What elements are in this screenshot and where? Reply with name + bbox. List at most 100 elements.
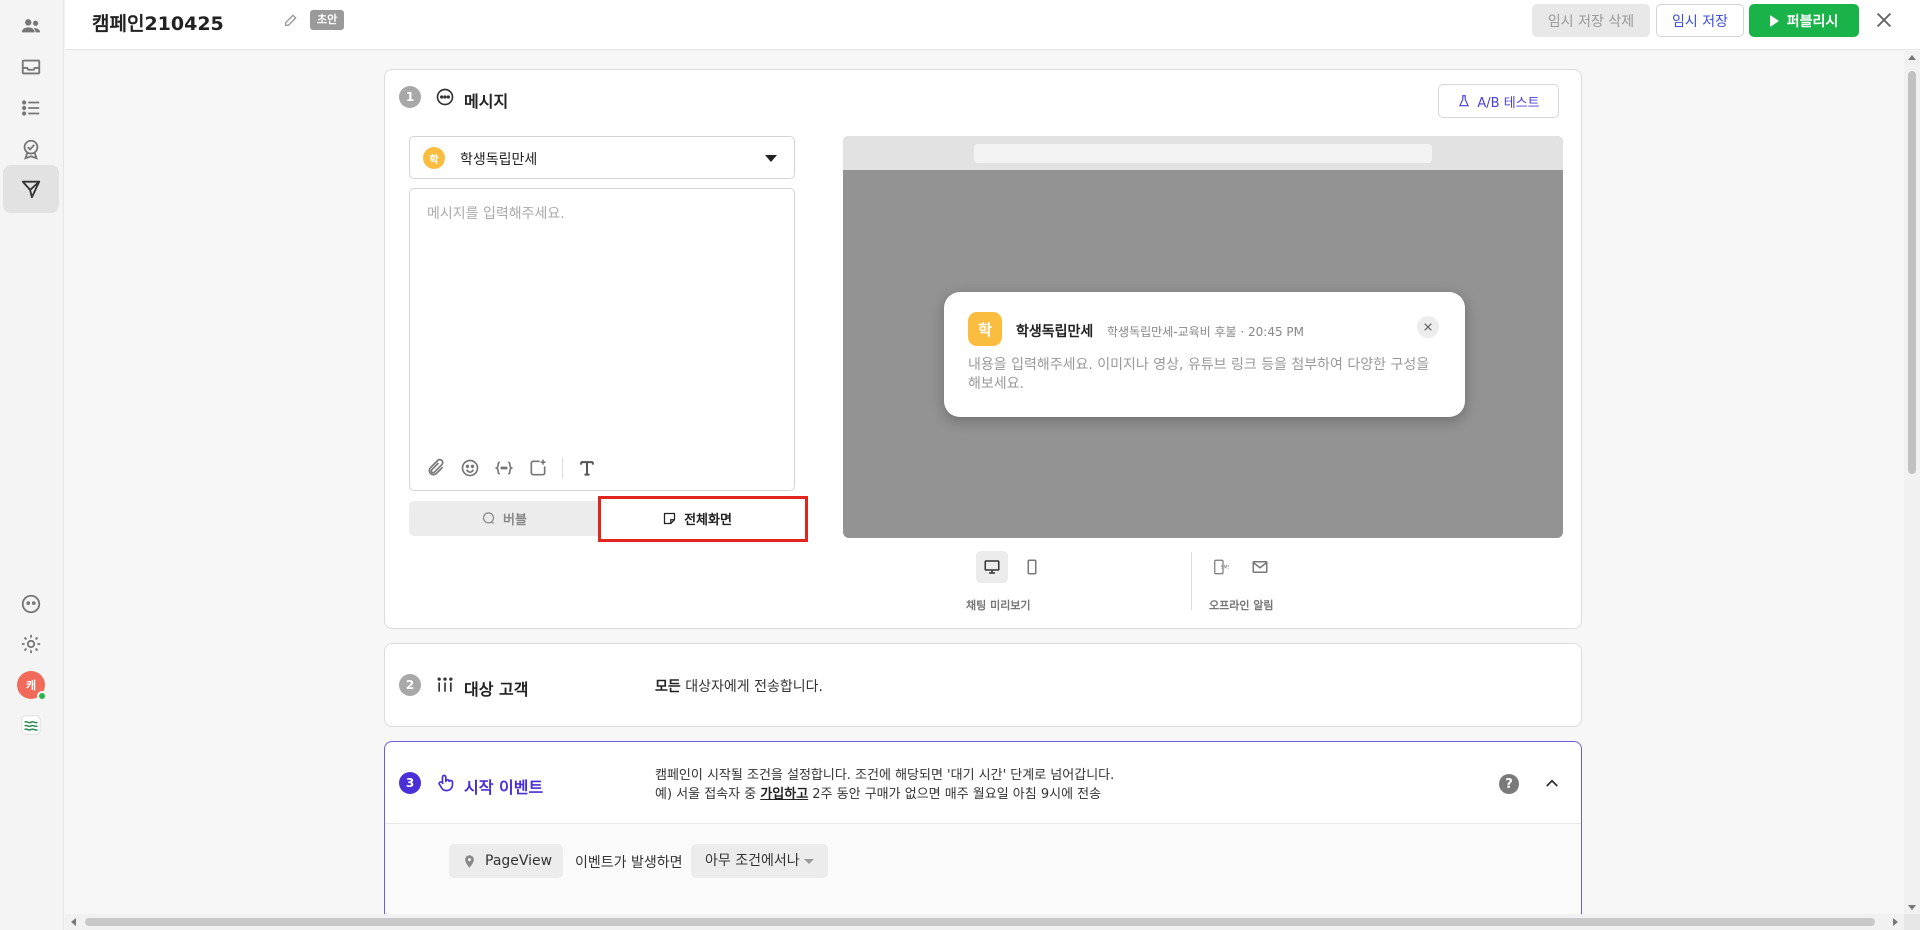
email-preview-button[interactable] [1244,551,1276,583]
note-icon [663,512,676,525]
desc-line2-link: 가입하고 [760,787,809,802]
message-input[interactable]: 메시지를 입력해주세요. [409,188,795,491]
message-preview: 학 학생독립만세 학생독립만세-교육비 후불 · 20:45 PM 내용을 입력… [843,136,1563,538]
brand-logo-icon[interactable] [3,701,59,749]
caret-down-icon [804,859,814,864]
scroll-right-arrow-icon[interactable] [1893,918,1898,926]
target-desc-text: 대상자에게 전송합니다. [680,679,823,695]
start-event-desc-line1: 캠페인이 시작될 조건을 설정합니다. 조건에 해당되면 '대기 시간' 단계로… [655,768,1115,783]
event-chip-label: PageView [485,853,553,869]
toolbar-divider [562,458,563,478]
target-section[interactable]: 2 대상 고객 모든 대상자에게 전송합니다. [384,643,1582,727]
chat-bubble-icon [436,88,454,106]
status-badge: 초안 [310,10,345,30]
desktop-preview-button[interactable] [976,551,1008,583]
avatar: 캐 [17,671,47,701]
step-number: 3 [399,772,421,794]
message-placeholder: 메시지를 입력해주세요. [427,206,565,222]
scroll-left-arrow-icon[interactable] [71,918,76,926]
preview-meta: 학생독립만세-교육비 후불 · 20:45 PM [1107,325,1305,339]
help-icon[interactable]: ? [1499,774,1519,794]
bubble-mode-label: 버블 [503,513,527,528]
desc-line2-post: 2주 동안 구매가 없으면 매주 월요일 아침 9시에 전송 [808,787,1102,802]
target-desc-bold: 모든 [655,679,681,695]
ab-test-label: A/B 테스트 [1477,95,1540,111]
message-section: 1 메시지 A/B 테스트 학 학생독립만세 메시지를 입력해주세요. 버블 전… [384,69,1582,629]
condition-select-value: 아무 조건에서나 [705,853,800,869]
edit-title-icon[interactable] [283,12,299,28]
vertical-scroll-thumb[interactable] [1908,71,1916,474]
chevron-up-icon[interactable] [1543,774,1561,792]
sms-preview-button[interactable]: SMS [1204,551,1236,583]
mobile-preview-button[interactable] [1016,551,1048,583]
scroll-up-arrow-icon[interactable] [1908,55,1916,60]
sender-avatar: 학 [423,147,445,169]
start-event-section: 3 시작 이벤트 캠페인이 시작될 조건을 설정합니다. 조건에 해당되면 '대… [384,741,1582,914]
section-title: 대상 고객 [464,680,529,699]
event-chip[interactable]: PageView [449,844,563,878]
campaign-editor: 1 메시지 A/B 테스트 학 학생독립만세 메시지를 입력해주세요. 버블 전… [65,51,1904,914]
event-text: 이벤트가 발생하면 [575,855,683,871]
publish-button[interactable]: 퍼블리시 [1749,4,1859,37]
scrollbar-corner [1904,914,1920,930]
preview-notification: 학 학생독립만세 학생독립만세-교육비 후불 · 20:45 PM 내용을 입력… [944,292,1465,417]
horizontal-scrollbar[interactable] [65,914,1904,930]
emoji-icon[interactable] [460,458,480,478]
fullscreen-mode-button[interactable]: 전체화면 [599,501,795,536]
caret-down-icon [765,155,777,162]
section-title: 시작 이벤트 [464,778,544,797]
top-bar: 캠페인210425 초안 임시 저장 삭제 임시 저장 퍼블리시 [65,0,1920,50]
mail-icon [1252,561,1268,573]
left-nav-rail: 캐 [0,0,64,930]
device-divider [1191,552,1192,610]
people-group-icon [437,677,453,692]
location-pin-icon [465,854,474,868]
preview-close-button[interactable] [1417,316,1439,338]
flask-icon [1459,95,1470,107]
mobile-icon [1027,559,1037,575]
sms-icon: SMS [1214,559,1229,575]
chat-preview-devices [976,550,1048,584]
sender-select[interactable]: 학 학생독립만세 [409,136,795,179]
text-format-icon[interactable] [577,458,597,478]
svg-text:SMS: SMS [1221,565,1229,571]
preview-body: 내용을 입력해주세요. 이미지나 영상, 유튜브 링크 등을 첨부하여 다양한 … [968,357,1430,392]
condition-select[interactable]: 아무 조건에서나 [691,844,828,878]
preview-sender-name: 학생독립만세 [1016,324,1094,340]
sender-name: 학생독립만세 [460,152,538,168]
fullscreen-mode-label: 전체화면 [684,513,732,528]
offline-alert-label: 오프라인 알림 [1209,599,1274,612]
online-status-dot [37,691,47,701]
close-icon[interactable] [1873,9,1895,31]
step-number: 2 [399,674,421,696]
step-number: 1 [399,86,421,108]
message-toolbar [426,458,597,478]
horizontal-scroll-thumb[interactable] [85,918,1875,926]
start-event-description: 캠페인이 시작될 조건을 설정합니다. 조건에 해당되면 '대기 시간' 단계로… [655,766,1114,804]
image-add-icon[interactable] [528,458,548,478]
preview-browser-bar [843,136,1563,170]
publish-label: 퍼블리시 [1786,13,1839,30]
send-icon[interactable] [3,165,59,213]
target-description: 모든 대상자에게 전송합니다. [655,676,823,696]
desktop-icon [984,560,1000,574]
preview-url-bar [974,144,1432,163]
campaign-title: 캠페인210425 [92,13,224,35]
chat-preview-label: 채팅 미리보기 [966,599,1031,612]
bubble-icon [482,512,495,524]
variable-icon[interactable] [494,458,514,478]
start-event-body: PageView 이벤트가 발생하면 아무 조건에서나 [385,824,1581,914]
ab-test-button[interactable]: A/B 테스트 [1438,84,1559,118]
attach-icon[interactable] [426,458,446,478]
scroll-down-arrow-icon[interactable] [1908,905,1916,910]
bubble-mode-button[interactable]: 버블 [409,501,599,536]
preview-avatar: 학 [968,312,1002,346]
close-icon [1424,323,1432,331]
display-mode-toggle: 버블 전체화면 [409,501,795,536]
offline-alert-devices: SMS [1204,550,1276,584]
desc-line2-pre: 예) 서울 접속자 중 [655,787,761,802]
delete-draft-button[interactable]: 임시 저장 삭제 [1532,4,1650,37]
save-draft-button[interactable]: 임시 저장 [1656,4,1744,37]
start-event-desc-line2: 예) 서울 접속자 중 가입하고 2주 동안 구매가 없으면 매주 월요일 아침… [655,785,1114,804]
vertical-scrollbar[interactable] [1904,51,1920,914]
